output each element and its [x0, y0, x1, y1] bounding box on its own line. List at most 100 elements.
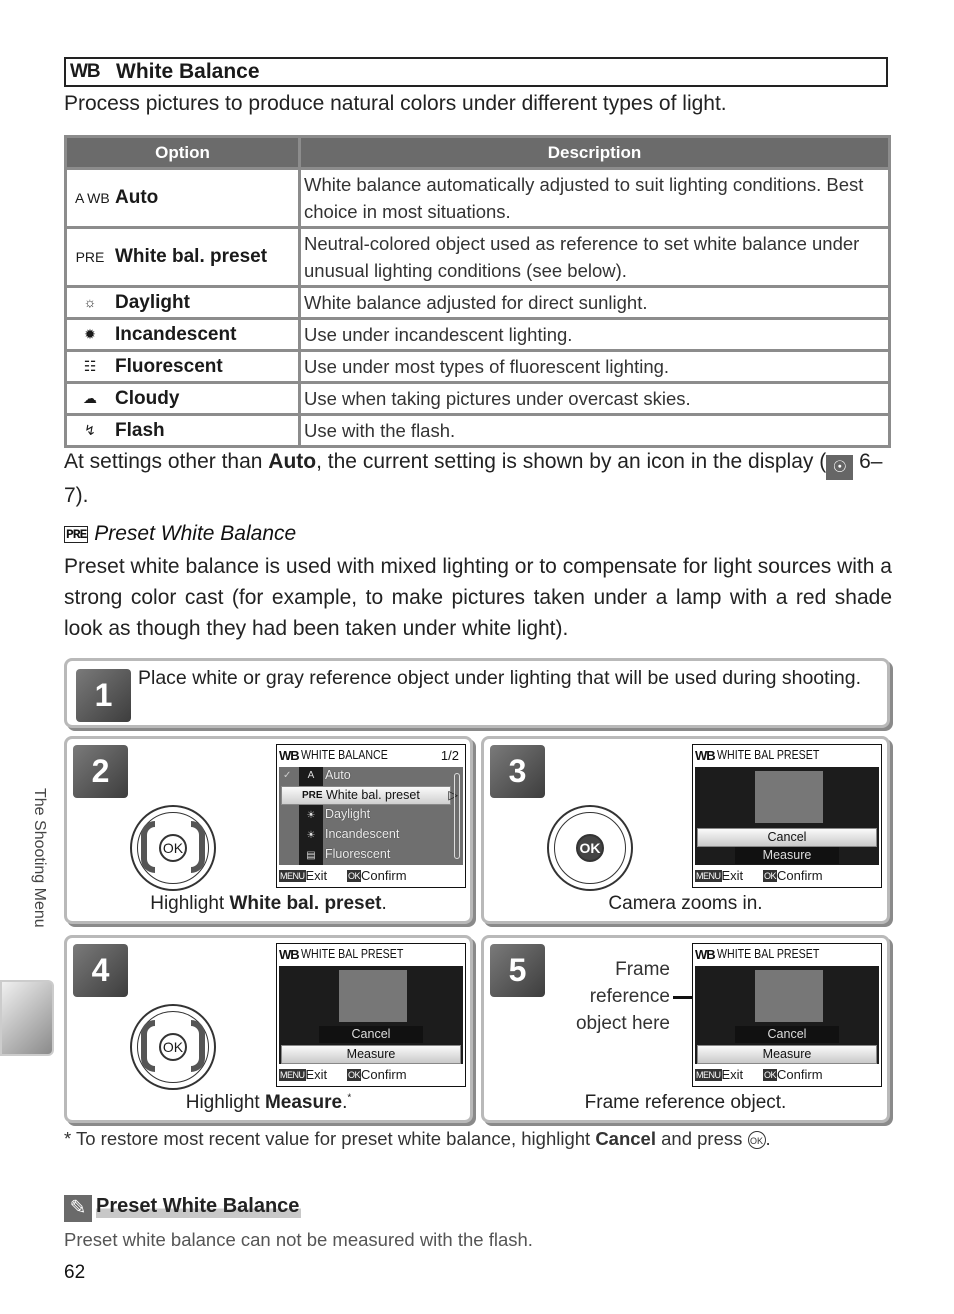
description-cell: Use under most types of fluorescent ligh… — [301, 352, 888, 384]
option-cell: PRE White bal. preset — [67, 229, 301, 288]
preset-icon: PRE — [64, 526, 89, 543]
page-indicator: 1/2 — [440, 748, 459, 763]
checkmark-icon: ✓ — [283, 770, 292, 781]
option-label: Incandescent — [115, 323, 237, 345]
fluorescent-icon: ☷ — [83, 357, 97, 374]
option-measure[interactable]: Measure — [735, 847, 839, 864]
table-row: ☁ Cloudy Use when taking pictures under ov… — [67, 384, 888, 416]
menu-key-icon: MENU — [279, 1069, 306, 1081]
table-row: ↯ Flash Use with the flash. — [67, 416, 888, 445]
option-label: Auto — [115, 187, 159, 208]
table-row: ☷ Fluorescent Use under most types of fluo… — [67, 352, 888, 384]
reference-eye-icon: ☉ — [826, 455, 854, 480]
option-measure-selected[interactable]: Measure — [281, 1045, 461, 1064]
table-row: ☼ Daylight White balance adjusted for dire… — [67, 288, 888, 320]
reference-frame — [339, 970, 407, 1022]
pencil-note-icon: ✎ — [64, 1195, 92, 1222]
fluorescent-icon: ▤ — [306, 850, 316, 861]
preset-icon: PRE — [302, 790, 323, 801]
multi-selector-dial-icon: OK — [130, 805, 216, 891]
option-label: Cloudy — [115, 387, 180, 409]
preset-paragraph: Preset white balance is used with mixed … — [64, 555, 892, 640]
step-5-panel: 5 Frame reference object here WB WHITE B… — [481, 935, 890, 1123]
section-intro: Process pictures to produce natural colo… — [64, 92, 727, 115]
display-note-paragraph: At settings other than Auto, the current… — [64, 450, 883, 507]
ok-button-icon: OK — [747, 1131, 766, 1149]
menu-key-icon: MENU — [695, 1069, 722, 1081]
description-cell: Use when taking pictures under overcast … — [301, 384, 888, 416]
table-row: A WB Auto White balance automatically adju… — [67, 170, 888, 229]
header-option: Option — [67, 138, 301, 170]
option-cell: ↯ Flash — [67, 416, 301, 445]
menu-item-incandescent[interactable]: Incandescent — [325, 827, 399, 841]
option-label: White bal. preset — [115, 246, 268, 267]
camera-lcd-preset: WB WHITE BAL PRESET Cancel Measure MENUE… — [692, 744, 882, 888]
menu-item-white-bal-preset-selected[interactable]: PRE White bal. preset ▷ — [281, 786, 458, 805]
option-cell: ✹ Incandescent — [67, 320, 301, 352]
auto-wb-icon: A — [307, 770, 315, 781]
ok-key-icon: OK — [763, 870, 778, 882]
step-number: 5 — [490, 944, 545, 997]
option-cell: ☷ Fluorescent — [67, 352, 301, 384]
callout-text: Frame reference object here — [575, 959, 670, 1034]
section-header: WB White Balance — [64, 57, 888, 87]
menu-key-icon: MENU — [279, 870, 306, 882]
multi-selector-dial-icon: OK — [547, 805, 633, 891]
ok-key-icon: OK — [347, 1069, 362, 1081]
option-cancel[interactable]: Cancel — [735, 1026, 839, 1043]
preset-heading: PRE Preset White Balance — [64, 522, 297, 545]
step-caption: Highlight White bal. preset. — [150, 893, 387, 914]
white-balance-icon: WB — [70, 61, 101, 82]
option-measure-selected[interactable]: Measure — [697, 1045, 877, 1064]
menu-item-auto[interactable]: Auto — [325, 768, 351, 782]
step-text: Place white or gray reference object und… — [138, 667, 862, 689]
ok-key-icon: OK — [347, 870, 362, 882]
step-number: 2 — [73, 745, 128, 798]
table-row: PRE White bal. preset Neutral-colored obje… — [67, 229, 888, 288]
scrollbar[interactable] — [454, 773, 460, 859]
menu-item-fluorescent[interactable]: Fluorescent — [325, 847, 390, 861]
option-cell: ☁ Cloudy — [67, 384, 301, 416]
step-1-panel: 1 Place white or gray reference object u… — [64, 658, 890, 728]
option-label: Daylight — [115, 291, 190, 313]
daylight-icon: ☼ — [83, 294, 97, 311]
incandescent-icon: ✹ — [84, 325, 96, 342]
ok-key-icon: OK — [763, 1069, 778, 1081]
flash-icon: ↯ — [84, 421, 96, 438]
options-table: Option Description A WB Auto White balance… — [64, 135, 891, 448]
camera-lcd-preset: WB WHITE BAL PRESET Cancel Measure MENUE… — [276, 943, 466, 1087]
step-caption: Highlight Measure.* — [185, 1092, 352, 1113]
wb-icon: WB — [279, 947, 300, 962]
option-cell: ☼ Daylight — [67, 288, 301, 320]
ok-button-pressed-icon: OK — [576, 834, 604, 862]
ok-button-icon: OK — [159, 834, 187, 862]
preset-icon: PRE — [75, 248, 105, 265]
incandescent-icon: ☀ — [306, 830, 316, 841]
step-3-panel: 3 OK WB WHITE BAL PRESET Cancel Measure … — [481, 736, 890, 924]
reference-frame — [755, 771, 823, 823]
auto-bold: Auto — [268, 450, 317, 473]
step-2-panel: 2 OK WB WHITE BALANCE 1/2 ✓ A Auto PRE W… — [64, 736, 473, 924]
description-cell: Use under incandescent lighting. — [301, 320, 888, 352]
menu-item-daylight[interactable]: Daylight — [325, 807, 370, 821]
option-cancel-selected[interactable]: Cancel — [697, 828, 877, 847]
description-cell: Use with the flash. — [301, 416, 888, 445]
camera-lcd-menu: WB WHITE BALANCE 1/2 ✓ A Auto PRE White … — [276, 744, 466, 888]
wb-icon: WB — [279, 748, 300, 763]
description-cell: White balance automatically adjusted to … — [301, 170, 888, 229]
step-number: 4 — [73, 944, 128, 997]
header-description: Description — [301, 138, 888, 170]
table-row: ✹ Incandescent Use under incandescent ligh… — [67, 320, 888, 352]
multi-selector-dial-icon: OK — [130, 1004, 216, 1090]
ok-button-icon: OK — [159, 1033, 187, 1061]
step-caption: Camera zooms in. — [608, 893, 763, 914]
section-title: White Balance — [116, 60, 260, 83]
step-4-panel: 4 OK WB WHITE BAL PRESET Cancel Measure … — [64, 935, 473, 1123]
description-cell: Neutral-colored object used as reference… — [301, 229, 888, 288]
chapter-side-tab[interactable]: The Shooting Menu — [30, 788, 48, 928]
option-cancel[interactable]: Cancel — [319, 1026, 423, 1043]
wb-icon: WB — [695, 748, 716, 763]
wb-icon: WB — [695, 947, 716, 962]
page-number: 62 — [64, 1262, 86, 1283]
option-label: Fluorescent — [115, 355, 223, 377]
